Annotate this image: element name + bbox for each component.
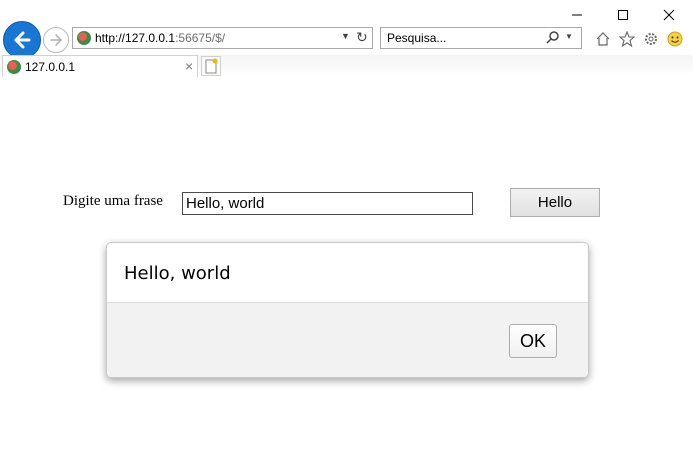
forward-button[interactable] bbox=[43, 27, 69, 53]
refresh-icon[interactable]: ↻ bbox=[356, 29, 368, 46]
smiley-icon[interactable] bbox=[666, 30, 684, 48]
address-bar[interactable]: http://127.0.0.1:56675/$/ ▼ ↻ bbox=[72, 27, 373, 49]
address-host: http://127.0.0.1 bbox=[95, 31, 176, 45]
tab-title: 127.0.0.1 bbox=[25, 59, 76, 74]
favorites-star-icon[interactable] bbox=[618, 30, 636, 48]
address-path: :56675/$/ bbox=[175, 31, 226, 45]
forward-arrow-icon bbox=[50, 34, 62, 46]
hello-button[interactable]: Hello bbox=[510, 188, 600, 217]
tab-favicon-icon bbox=[7, 59, 21, 74]
minimize-button[interactable] bbox=[566, 6, 588, 24]
tab-bar: 127.0.0.1 × bbox=[0, 55, 693, 77]
new-tab-button[interactable] bbox=[201, 56, 221, 76]
new-tab-icon bbox=[205, 58, 218, 74]
search-box[interactable]: Pesquisa... ▼ bbox=[380, 27, 582, 49]
phrase-input[interactable]: Hello, world bbox=[182, 192, 473, 215]
minimize-icon bbox=[572, 14, 582, 16]
dropdown-icon[interactable]: ▼ bbox=[341, 31, 350, 41]
dialog-message: Hello, world bbox=[124, 263, 231, 284]
back-button[interactable] bbox=[3, 21, 41, 59]
search-icon[interactable] bbox=[546, 30, 560, 47]
maximize-icon bbox=[618, 10, 628, 20]
maximize-button[interactable] bbox=[612, 6, 634, 24]
ok-button[interactable]: OK bbox=[509, 324, 557, 358]
close-window-button[interactable] bbox=[658, 6, 680, 24]
close-tab-icon[interactable]: × bbox=[185, 58, 193, 74]
search-dropdown-icon[interactable]: ▼ bbox=[565, 32, 573, 41]
phrase-label: Digite uma frase bbox=[63, 193, 163, 209]
close-icon bbox=[663, 9, 675, 21]
site-favicon-icon bbox=[77, 31, 91, 45]
search-input[interactable]: Pesquisa... bbox=[387, 31, 446, 45]
settings-gear-icon[interactable] bbox=[642, 30, 660, 48]
tab-current[interactable]: 127.0.0.1 × bbox=[2, 55, 198, 77]
home-icon[interactable] bbox=[594, 30, 612, 48]
dialog-footer: OK bbox=[107, 302, 588, 377]
back-arrow-icon bbox=[14, 31, 31, 49]
alert-dialog: Hello, world OK bbox=[106, 242, 589, 378]
